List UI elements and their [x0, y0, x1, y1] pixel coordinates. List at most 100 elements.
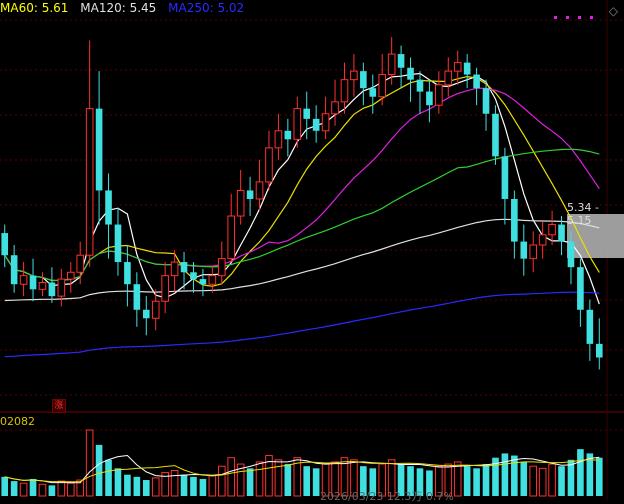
volume-bar	[29, 478, 37, 496]
volume-bar	[558, 466, 565, 496]
volume-bar	[482, 464, 490, 496]
candle-body	[321, 113, 330, 132]
candle-body	[161, 275, 169, 302]
volume-bar	[85, 429, 94, 497]
candle-body	[217, 258, 226, 277]
candle-body	[142, 309, 150, 319]
candle-body	[577, 267, 584, 310]
candle-body	[473, 74, 480, 89]
candle-body	[586, 309, 594, 344]
signal-marker	[566, 16, 569, 19]
diamond-icon[interactable]: ◇	[609, 4, 618, 18]
price-range-tag: 5.34 - 5.15	[567, 201, 599, 227]
candle-body	[360, 71, 367, 89]
volume-bar	[48, 485, 56, 496]
candle-body	[66, 271, 75, 280]
candle-body	[1, 233, 9, 256]
volume-bar	[529, 465, 538, 497]
volume-bar	[511, 455, 518, 496]
volume-bar	[453, 461, 462, 497]
candle-body	[124, 262, 131, 285]
candle-body	[331, 101, 339, 115]
volume-bar	[124, 474, 131, 496]
volume-bar	[95, 444, 103, 496]
volume-bar	[577, 449, 584, 496]
candle-body	[255, 181, 264, 200]
candle-body	[133, 284, 141, 310]
volume-bar	[180, 474, 188, 496]
candle-body	[236, 189, 245, 217]
volume-bar	[105, 459, 112, 496]
ma60-line	[4, 148, 600, 282]
date-readout: 2026/03/23 12.3万 0.7%	[320, 490, 454, 503]
candle-body	[274, 130, 283, 149]
candle-body	[435, 84, 443, 106]
signal-marker	[590, 16, 593, 19]
ma-legend: MA60: 5.61 MA120: 5.45 MA250: 5.02	[0, 1, 252, 15]
candle-body	[340, 79, 349, 103]
candle-body	[444, 70, 453, 86]
volume-bar	[538, 467, 547, 497]
candle-body	[29, 275, 37, 290]
candle-body	[57, 278, 66, 297]
volume-bar	[199, 478, 207, 496]
volume-bar	[303, 466, 311, 496]
volume-bar	[19, 482, 28, 497]
candle-body	[265, 147, 273, 183]
candle-body	[190, 272, 197, 280]
candle-body	[114, 224, 122, 263]
signal-marker	[578, 16, 581, 19]
volume-bar	[170, 469, 179, 497]
candle-body	[529, 244, 538, 260]
candle-body	[558, 224, 565, 242]
volume-bar	[10, 481, 18, 496]
candle-body	[48, 282, 56, 297]
volume-bar	[548, 463, 556, 497]
volume-bar	[38, 483, 47, 497]
candle-body	[76, 254, 85, 273]
volume-bar	[133, 476, 141, 496]
candle-body	[567, 241, 575, 268]
volume-bar	[208, 475, 217, 497]
volume-bar	[274, 459, 283, 497]
candle-body	[293, 108, 302, 140]
candle-body	[387, 53, 396, 76]
volume-bar	[142, 480, 150, 496]
candle-body	[511, 198, 518, 242]
ma250-label: MA250: 5.02	[168, 1, 245, 15]
volume-bar	[595, 457, 603, 496]
volume-bar	[312, 468, 320, 496]
signal-marker	[554, 16, 557, 19]
candle-body	[595, 343, 603, 358]
candle-body	[548, 224, 556, 236]
candle-body	[19, 275, 28, 285]
candle-body	[453, 62, 462, 72]
limit-up-badge: 涨	[52, 399, 66, 413]
candle-body	[95, 108, 103, 191]
ma10-line	[4, 75, 600, 287]
candle-body	[180, 262, 188, 273]
volume-bar	[227, 457, 236, 497]
ma20-line	[4, 87, 600, 282]
ma120-label: MA120: 5.45	[80, 1, 157, 15]
volume-bar	[463, 466, 471, 496]
volume-ma10-line	[4, 459, 600, 483]
stock-chart[interactable]	[0, 0, 624, 500]
volume-bar	[57, 480, 66, 497]
volume-bar	[473, 468, 480, 496]
candle-body	[426, 91, 433, 106]
candle-body	[463, 62, 471, 75]
candle-body	[284, 130, 292, 140]
volume-bar	[1, 476, 9, 496]
candle-body	[170, 261, 179, 277]
volume-bar	[217, 465, 226, 497]
candle-body	[492, 113, 499, 157]
volume-bar	[114, 468, 122, 496]
candle-body	[246, 190, 254, 199]
ma5-line	[4, 72, 600, 305]
volume-bar	[66, 482, 75, 497]
candle-body	[85, 108, 94, 256]
volume-bar	[151, 477, 160, 497]
volume-bar	[255, 461, 264, 497]
ma60-label: MA60: 5.61	[0, 1, 69, 15]
